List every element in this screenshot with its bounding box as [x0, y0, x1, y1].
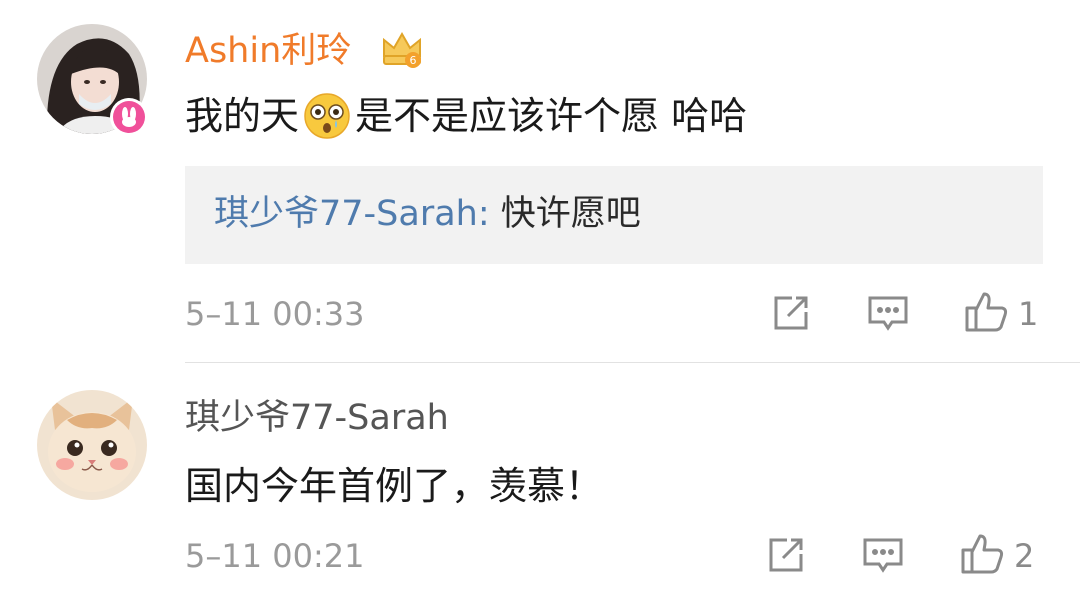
comment-item: 琪少爷77-Sarah 国内今年首例了，羡慕！ 5–11 00:21 2 [0, 363, 1080, 594]
thumbs-up-icon [964, 290, 1010, 338]
timestamp: 5–11 00:21 [185, 537, 365, 575]
astonished-emoji-icon [303, 92, 351, 140]
rabbit-badge-icon [110, 98, 148, 136]
like-count: 1 [1018, 295, 1039, 333]
comment-item: Ashin利玲 6 我的天 是不是应该许个愿 哈哈 琪少爷77-Sarah: 快… [0, 0, 1080, 362]
thumbs-up-icon [960, 532, 1006, 580]
share-button[interactable] [765, 534, 807, 580]
share-button[interactable] [770, 292, 812, 338]
comment-text-part: 是不是应该许个愿 哈哈 [355, 94, 748, 138]
username[interactable]: 琪少爷77-Sarah [185, 397, 449, 439]
share-icon [765, 534, 807, 580]
timestamp: 5–11 00:33 [185, 295, 365, 333]
share-icon [770, 292, 812, 338]
reply-box[interactable]: 琪少爷77-Sarah: 快许愿吧 [185, 166, 1043, 264]
comment-icon [861, 534, 905, 580]
crown-icon: 6 [380, 26, 424, 74]
like-button[interactable]: 1 [964, 290, 1038, 338]
comment-text: 我的天 是不是应该许个愿 哈哈 [185, 92, 747, 140]
svg-text:6: 6 [410, 54, 417, 67]
comment-button[interactable] [866, 292, 910, 338]
reply-text: 琪少爷77-Sarah: 快许愿吧 [214, 191, 641, 237]
comment-text: 国内今年首例了，羡慕！ [185, 462, 603, 510]
comment-button[interactable] [861, 534, 905, 580]
like-button[interactable]: 2 [960, 532, 1034, 580]
reply-username[interactable]: 琪少爷77-Sarah: [214, 194, 490, 234]
username[interactable]: Ashin利玲 [185, 30, 351, 72]
comment-icon [866, 292, 910, 338]
comment-text-part: 我的天 [185, 94, 300, 138]
reply-message: 快许愿吧 [489, 194, 641, 234]
comment-text-part: 国内今年首例了，羡慕！ [185, 464, 604, 508]
like-count: 2 [1014, 537, 1035, 575]
avatar[interactable] [37, 390, 147, 500]
